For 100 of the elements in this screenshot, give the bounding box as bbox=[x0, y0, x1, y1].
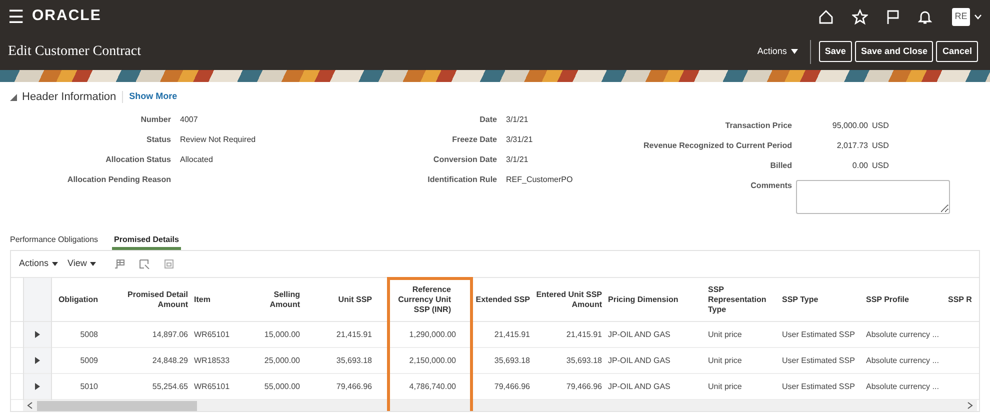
table-cell: 35,693.18 bbox=[494, 356, 530, 364]
column-header[interactable]: Entered Unit SSP Amount bbox=[533, 278, 605, 322]
scroll-right-icon[interactable] bbox=[967, 402, 973, 409]
table-cell: 2,150,000.00 bbox=[409, 356, 456, 364]
table-cell: Unit price bbox=[708, 382, 742, 390]
table-cell: JP-OIL AND GAS bbox=[608, 356, 670, 364]
table-cell: User Estimated SSP bbox=[782, 356, 855, 364]
action-button[interactable]: Cancel bbox=[936, 40, 978, 62]
table-cell: 5008 bbox=[80, 330, 98, 338]
flag-icon[interactable] bbox=[886, 8, 900, 24]
field-label: Date bbox=[478, 114, 498, 126]
table-cell: WR65101 bbox=[194, 330, 230, 338]
table-cell: WR18533 bbox=[194, 356, 230, 364]
field-value: Allocated bbox=[180, 154, 214, 166]
table-cell: 79,466.96 bbox=[494, 382, 530, 390]
section-title: Header Information bbox=[22, 90, 116, 105]
star-icon[interactable] bbox=[852, 8, 868, 24]
column-header[interactable]: Selling Amount bbox=[243, 278, 303, 322]
table-cell: 1,290,000.00 bbox=[409, 330, 456, 338]
menu-icon[interactable]: ☰ bbox=[8, 8, 24, 26]
collapse-icon[interactable] bbox=[10, 94, 17, 100]
column-header[interactable]: Unit SSP bbox=[303, 278, 375, 322]
scroll-left-icon[interactable] bbox=[27, 402, 33, 409]
field-value: 4007 bbox=[180, 114, 199, 126]
scrollbar-thumb[interactable] bbox=[37, 400, 197, 410]
currency-code: USD bbox=[871, 140, 890, 152]
caret-icon bbox=[790, 49, 798, 54]
column-header[interactable]: SSP Type bbox=[779, 278, 863, 322]
field-label: Status bbox=[146, 134, 172, 146]
field-label: Number bbox=[140, 114, 172, 126]
column-header[interactable]: Pricing Dimension bbox=[605, 278, 705, 322]
field-label: Freeze Date bbox=[451, 134, 498, 146]
caret-icon[interactable] bbox=[974, 14, 982, 20]
table-cell: 79,466.96 bbox=[566, 382, 602, 390]
toolbar-menu[interactable]: Actions bbox=[19, 257, 58, 271]
table-cell: 35,693.18 bbox=[566, 356, 602, 364]
field-label: Comments bbox=[750, 180, 793, 192]
tab[interactable]: Performance Obligations bbox=[10, 234, 98, 250]
expand-icon[interactable] bbox=[34, 382, 40, 390]
table-cell: User Estimated SSP bbox=[782, 382, 855, 390]
field-label: Allocation Status bbox=[104, 154, 172, 166]
action-button[interactable]: Save and Close bbox=[854, 40, 934, 62]
table-cell: 35,693.18 bbox=[336, 356, 372, 364]
show-more-link[interactable]: Show More bbox=[129, 90, 178, 104]
table-cell: Absolute currency ... bbox=[866, 356, 939, 364]
column-header[interactable]: Obligation bbox=[51, 278, 101, 322]
column-header[interactable]: SSP Representation Type bbox=[705, 278, 779, 322]
horizontal-scrollbar[interactable] bbox=[23, 400, 977, 411]
column-header[interactable]: Reference Currency Unit SSP (INR) bbox=[375, 278, 459, 322]
table-cell: User Estimated SSP bbox=[782, 330, 855, 338]
table-cell: 55,254.65 bbox=[152, 382, 188, 390]
table-cell: 55,000.00 bbox=[264, 382, 300, 390]
column-header[interactable]: SSP R bbox=[945, 278, 979, 322]
currency-code: USD bbox=[871, 160, 890, 172]
toolbar-menu[interactable]: View bbox=[68, 257, 96, 271]
bell-icon[interactable] bbox=[918, 8, 932, 24]
field-value: Review Not Required bbox=[180, 134, 257, 146]
column-header[interactable]: SSP Profile bbox=[863, 278, 945, 322]
comments-field[interactable] bbox=[796, 180, 950, 214]
field-value: REF_CustomerPO bbox=[506, 174, 574, 186]
table-cell: 21,415.91 bbox=[336, 330, 372, 338]
field-value: 0.00 bbox=[851, 160, 868, 172]
table-cell: JP-OIL AND GAS bbox=[608, 330, 670, 338]
table-cell: 24,848.29 bbox=[152, 356, 188, 364]
expand-icon[interactable] bbox=[34, 330, 40, 338]
actions-menu[interactable]: Actions bbox=[757, 44, 798, 58]
table-cell: 21,415.91 bbox=[566, 330, 602, 338]
field-label: Identification Rule bbox=[426, 174, 498, 186]
table-cell: 4,786,740.00 bbox=[409, 382, 456, 390]
tab[interactable]: Promised Details bbox=[112, 234, 181, 250]
table-cell: Absolute currency ... bbox=[866, 330, 939, 338]
user-avatar[interactable]: RE bbox=[952, 8, 970, 26]
caret-icon bbox=[52, 262, 58, 266]
column-header[interactable]: Item bbox=[191, 278, 243, 322]
field-value: 3/1/21 bbox=[506, 114, 530, 126]
table-cell: 5010 bbox=[80, 382, 98, 390]
field-value: 95,000.00 bbox=[831, 120, 868, 132]
field-label: Conversion Date bbox=[432, 154, 498, 166]
column-header[interactable]: Promised Detail Amount bbox=[101, 278, 191, 322]
table-cell: 21,415.91 bbox=[494, 330, 530, 338]
table-cell: 5009 bbox=[80, 356, 98, 364]
page-title: Edit Customer Contract bbox=[8, 43, 141, 61]
expand-icon[interactable] bbox=[34, 356, 40, 364]
table-cell: 14,897.06 bbox=[152, 330, 188, 338]
home-icon[interactable] bbox=[818, 8, 834, 24]
table-cell: Unit price bbox=[708, 356, 742, 364]
field-value: 2,017.73 bbox=[836, 140, 868, 152]
table-cell: 15,000.00 bbox=[264, 330, 300, 338]
table-cell: 79,466.96 bbox=[336, 382, 372, 390]
table-cell: Absolute currency ... bbox=[866, 382, 939, 390]
column-header[interactable]: Extended SSP bbox=[459, 278, 533, 322]
currency-code: USD bbox=[871, 120, 890, 132]
field-label: Allocation Pending Reason bbox=[66, 174, 172, 186]
field-label: Transaction Price bbox=[724, 121, 793, 131]
logo: ORACLE bbox=[32, 6, 102, 26]
caret-icon bbox=[90, 262, 96, 266]
table-cell: Unit price bbox=[708, 330, 742, 338]
action-button[interactable]: Save bbox=[818, 40, 852, 62]
field-value: 3/31/21 bbox=[506, 134, 534, 146]
field-label: Revenue Recognized to Current Period bbox=[642, 141, 793, 151]
